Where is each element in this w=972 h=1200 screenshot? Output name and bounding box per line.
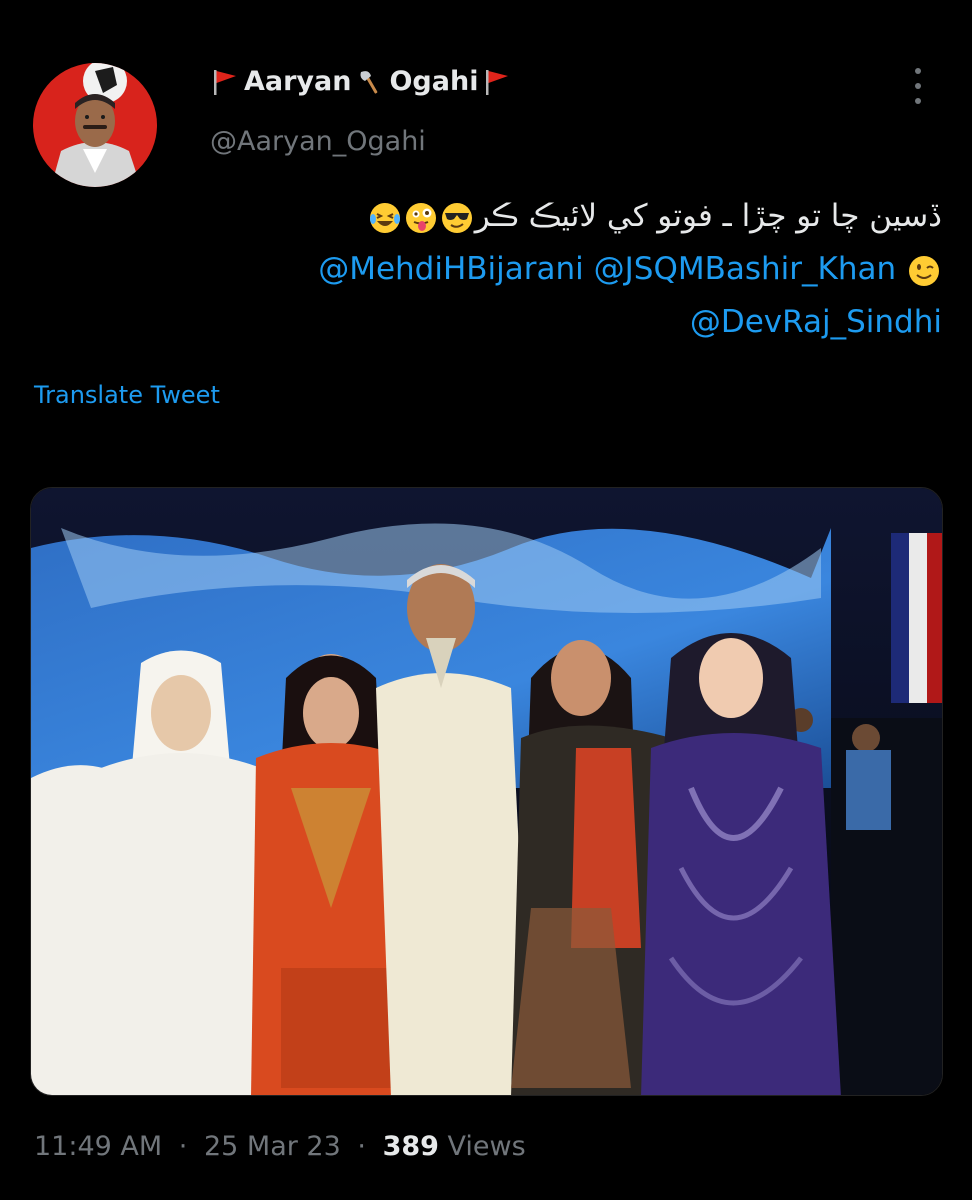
display-name-first: Aaryan [244, 66, 352, 97]
mention-link[interactable]: @DevRaj_Sindhi [690, 304, 942, 340]
tweet-text-line-1: ڏسين چا تو چڙا ـ فوتو کي لائيڪ ڪر [42, 190, 942, 243]
views-count: 389 [382, 1131, 439, 1162]
more-options-icon[interactable] [903, 68, 933, 104]
display-name-second: Ogahi [389, 66, 479, 97]
meta-separator: · [357, 1131, 366, 1162]
sunglasses-emoji [441, 202, 472, 233]
user-handle[interactable]: @Aaryan_Ogahi [210, 126, 426, 157]
red-flag-icon [214, 69, 236, 95]
red-flag-icon [486, 69, 509, 95]
winking-face-emoji [909, 255, 939, 286]
tweet-text-line-3: @DevRaj_Sindhi [42, 296, 942, 349]
display-name[interactable]: Aaryan Ogahi [210, 66, 512, 97]
tweet-date[interactable]: 25 Mar 23 [204, 1131, 341, 1162]
tweet-text-sindhi: ڏسين چا تو چڙا ـ فوتو کي لائيڪ ڪر [474, 198, 942, 234]
mention-link[interactable]: @MehdiHBijarani [318, 251, 584, 287]
mention-link[interactable]: @JSQMBashir_Khan [594, 251, 897, 287]
translate-tweet-link[interactable]: Translate Tweet [34, 381, 220, 409]
meta-separator: · [178, 1131, 188, 1162]
avatar[interactable] [33, 63, 157, 187]
axe-icon [360, 70, 378, 94]
tweet-meta: 11:49 AM · 25 Mar 23 · 389 Views [34, 1131, 526, 1162]
tweet-time[interactable]: 11:49 AM [34, 1131, 162, 1162]
tweet-text-line-2: @MehdiHBijarani @JSQMBashir_Khan [42, 243, 942, 296]
tweet-text: ڏسين چا تو چڙا ـ فوتو کي لائيڪ ڪر @Mehdi… [42, 190, 942, 349]
views-label: Views [447, 1131, 526, 1162]
tweet-view: Aaryan Ogahi @Aaryan_Ogahi ڏسين چا تو چڙ… [0, 0, 972, 1200]
tongue-wink-emoji [405, 202, 436, 233]
tweet-media-photo[interactable] [30, 487, 943, 1096]
laughing-tears-emoji [369, 202, 400, 233]
